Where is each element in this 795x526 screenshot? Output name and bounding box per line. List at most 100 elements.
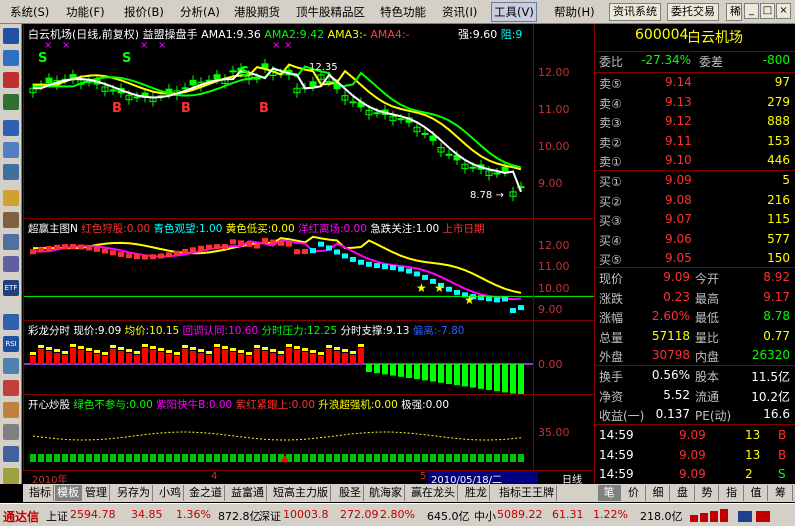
rsi-icon[interactable]: RSI <box>3 336 19 352</box>
right-tab[interactable]: 筹 <box>770 485 793 501</box>
news-system-button[interactable]: 资讯系统 <box>609 3 661 21</box>
p3-red-bar <box>150 350 156 364</box>
strength-row: 强:9.60 阻:9 <box>458 26 522 42</box>
x-cursor-date: 2010/05/18/二 <box>428 471 538 486</box>
template-tab[interactable]: 航海家 <box>367 485 405 501</box>
sell-row[interactable]: 卖④ 9.13 279 <box>595 94 795 113</box>
buy-row[interactable]: 买② 9.08 216 <box>595 192 795 211</box>
close-icon[interactable]: × <box>776 3 791 19</box>
p4-green-bar <box>254 454 260 462</box>
report-icon[interactable] <box>3 142 19 158</box>
right-tab[interactable]: 价 <box>623 485 646 501</box>
quote-list-icon[interactable] <box>3 28 19 44</box>
minute-chart-icon[interactable] <box>3 72 19 88</box>
template-tab[interactable]: 益富通 <box>229 485 267 501</box>
compare-icon[interactable] <box>3 358 19 374</box>
template-tab[interactable]: 股圣 <box>337 485 364 501</box>
tick-side: B <box>778 447 787 462</box>
sell-row[interactable]: 卖⑤ 9.14 97 <box>595 74 795 93</box>
p3-red-bar <box>30 356 36 364</box>
p3-red-bar <box>206 355 212 364</box>
p4-green-bar <box>326 454 332 462</box>
template-tab[interactable]: 胜龙 <box>463 485 490 501</box>
stat-label: 内盘 <box>695 350 720 364</box>
folder-icon[interactable] <box>3 190 19 206</box>
sell-row[interactable]: 卖③ 9.12 888 <box>595 113 795 132</box>
right-tab[interactable]: 笔 <box>598 485 621 501</box>
sz-change: 272.09 <box>340 508 379 521</box>
y-label: 11.00 <box>538 103 570 116</box>
menu-quote[interactable]: 报价(B) <box>122 3 166 21</box>
kline-icon[interactable] <box>3 50 19 66</box>
users-icon[interactable] <box>3 212 19 228</box>
p3-yellow-cap <box>110 345 116 348</box>
screener-icon[interactable] <box>3 234 19 250</box>
menu-special[interactable]: 特色功能 <box>378 3 428 21</box>
template-tab[interactable]: 赢在龙头 <box>409 485 458 501</box>
p4-green-bar <box>166 454 172 462</box>
magenta-signal: 洋红离场:0.00 <box>298 223 367 235</box>
right-tab[interactable]: 值 <box>745 485 768 501</box>
candle-body <box>493 172 501 175</box>
template-tab[interactable]: 金之道 <box>187 485 225 501</box>
status-bar: 通达信 上证 2594.78 34.85 1.36% 872.8亿 深证 100… <box>0 503 795 526</box>
pen-icon[interactable] <box>3 468 19 484</box>
sell-row[interactable]: 卖① 9.10 446 <box>595 152 795 171</box>
p3-red-bar <box>166 354 172 364</box>
search-icon[interactable] <box>3 256 19 272</box>
calc-icon[interactable] <box>3 402 19 418</box>
menu-tools[interactable]: 工具(V) <box>491 2 537 22</box>
alert-icon[interactable] <box>3 380 19 396</box>
menu-news[interactable]: 资讯(I) <box>440 3 479 21</box>
right-tab[interactable]: 势 <box>696 485 719 501</box>
menu-analysis[interactable]: 分析(A) <box>178 3 222 21</box>
signal-bars-icon <box>690 509 770 522</box>
f10-icon[interactable] <box>3 120 19 136</box>
tick-block: 14:59 9.09 13 B 14:59 9.09 13 B 14:59 9.09 2 S <box>595 424 795 481</box>
p4-green-bar <box>414 454 420 462</box>
stat-label: PE(动) <box>695 409 732 423</box>
right-tab[interactable]: 盘 <box>672 485 695 501</box>
template-tab[interactable]: 小鸡 <box>157 485 184 501</box>
p2-bar <box>382 264 388 270</box>
chart-area[interactable]: S S S B B B × × × × × × 12.35 8.78 → ★ ★ ★ ▲ 白云机场(日线,前复权)… <box>23 24 594 471</box>
tick-time: 14:59 <box>599 467 634 481</box>
sh-index: 2594.78 <box>70 508 116 521</box>
candle-body <box>133 96 141 99</box>
tool-icon[interactable] <box>3 424 19 440</box>
minimize-icon[interactable]: _ <box>744 3 759 19</box>
right-tab[interactable]: 细 <box>647 485 670 501</box>
template-tab[interactable]: 另存为 <box>115 485 153 501</box>
restore-icon[interactable]: □ <box>760 3 775 19</box>
buy-row[interactable]: 买③ 9.07 115 <box>595 211 795 230</box>
trade-button[interactable]: 委托交易 <box>667 3 719 21</box>
news-icon[interactable] <box>3 164 19 180</box>
template-tab[interactable]: 管理 <box>83 485 110 501</box>
buy-row[interactable]: 买① 9.09 5 <box>595 172 795 191</box>
template-tab[interactable]: 短高主力版 <box>271 485 331 501</box>
menu-hk-futures[interactable]: 港股期货 <box>232 3 282 21</box>
sell-row[interactable]: 卖② 9.11 153 <box>595 133 795 152</box>
menu-function[interactable]: 功能(F) <box>64 3 107 21</box>
stat-value: 9.17 <box>763 289 790 304</box>
stat-value: 16.6 <box>763 407 790 421</box>
p2-bar <box>350 256 356 262</box>
template-tab[interactable]: 指标 <box>27 485 54 501</box>
right-tab[interactable]: 指 <box>721 485 744 501</box>
extreme-signal: 极强:0.00 <box>401 399 450 411</box>
p3-yellow-cap <box>334 347 340 350</box>
stat-value: 0.77 <box>763 328 790 343</box>
menu-top-stocks[interactable]: 顶牛股精品区 <box>294 3 367 21</box>
buy-row[interactable]: 买④ 9.06 577 <box>595 231 795 250</box>
etf-icon[interactable]: ETF <box>3 280 19 296</box>
template-tab[interactable]: 指标王王牌 <box>497 485 557 501</box>
extra-button[interactable]: 稀 <box>726 3 742 21</box>
stat-value: 30798 <box>651 348 690 362</box>
tick-row: 14:59 9.09 13 B <box>595 427 795 446</box>
menu-help[interactable]: 帮助(H) <box>552 3 597 21</box>
menu-system[interactable]: 系统(S) <box>8 3 51 21</box>
trend-icon[interactable] <box>3 94 19 110</box>
settings-icon[interactable] <box>3 446 19 462</box>
indicator-icon[interactable] <box>3 314 19 330</box>
template-tab[interactable]: 模板 <box>55 485 82 501</box>
